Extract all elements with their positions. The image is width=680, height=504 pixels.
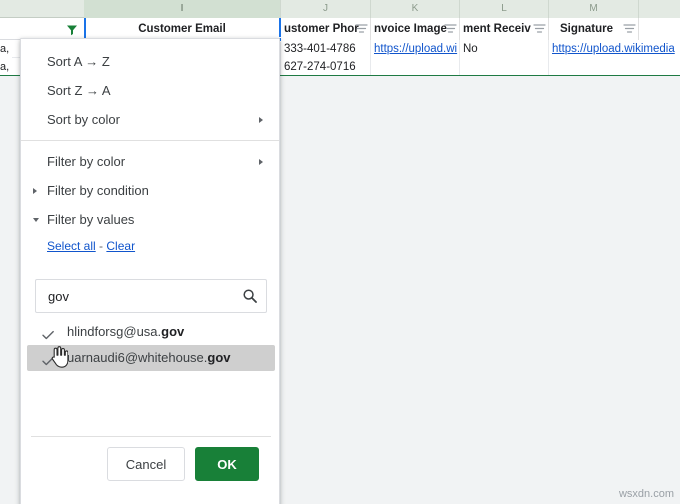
header-label-customer-email: Customer Email <box>138 23 226 35</box>
cell-signature-2[interactable] <box>549 58 680 76</box>
column-letter-i[interactable]: I <box>84 0 281 18</box>
menu-label-filter-by-values: Filter by values <box>47 212 135 227</box>
row-left-fragment: a, <box>0 58 12 76</box>
filter-icon-active-green[interactable] <box>66 23 78 36</box>
column-letter-l[interactable]: L <box>460 0 549 18</box>
filter-search-input[interactable] <box>36 280 236 312</box>
select-all-clear-row: Select all - Clear <box>21 234 279 258</box>
filter-search-box <box>35 279 267 313</box>
table-header-row: Customer Email ustomer Phor nvoice Image… <box>0 18 680 40</box>
cell-payment-received-2[interactable] <box>460 58 549 76</box>
chevron-right-icon <box>259 116 263 123</box>
column-letter-m[interactable]: M <box>549 0 639 18</box>
checkmark-icon <box>41 325 55 340</box>
ok-button[interactable]: OK <box>195 447 259 481</box>
filter-icon-signature[interactable] <box>623 23 636 35</box>
menu-label-filter-by-condition: Filter by condition <box>47 183 149 198</box>
menu-item-filter-by-values[interactable]: Filter by values <box>21 205 279 234</box>
menu-label-sort-by-color: Sort by color <box>47 112 120 127</box>
select-all-link[interactable]: Select all <box>47 239 96 253</box>
menu-item-filter-by-condition[interactable]: Filter by condition <box>21 176 279 205</box>
menu-label-sort-az: Sort A → Z <box>47 54 110 69</box>
cell-customer-phone-2[interactable]: 627-274-0716 <box>281 58 371 76</box>
filter-value-label: uarnaudi6@whitehouse.gov <box>67 350 231 365</box>
header-label-invoice-image: nvoice Image <box>374 23 447 35</box>
header-cell-payment-received: ment Receiv <box>460 18 549 40</box>
cell-invoice-image-2[interactable] <box>371 58 460 76</box>
header-label-signature: Signature <box>559 23 614 35</box>
column-letter-n[interactable] <box>639 0 680 18</box>
header-label-customer-phone: ustomer Phor <box>284 23 359 35</box>
watermark-label: wsxdn.com <box>618 488 674 500</box>
menu-label-sort-za: Sort Z → A <box>47 83 111 98</box>
filter-icon-customer-phone[interactable] <box>355 23 368 35</box>
row-left-fragment: a, <box>0 40 12 58</box>
header-cell-signature: Signature <box>549 18 639 40</box>
filter-value-label: hlindforsg@usa.gov <box>67 324 185 339</box>
filter-icon-invoice-image[interactable] <box>444 23 457 35</box>
menu-item-sort-za[interactable]: Sort Z → A <box>21 76 279 105</box>
header-label-payment-received: ment Receiv <box>463 23 531 35</box>
cell-invoice-image-1[interactable]: https://upload.wi <box>371 40 460 58</box>
chevron-right-icon <box>259 158 263 165</box>
cell-signature-1[interactable]: https://upload.wikimedia <box>549 40 680 58</box>
menu-divider <box>21 140 279 141</box>
filter-value-item[interactable]: uarnaudi6@whitehouse.gov <box>27 345 275 371</box>
cell-customer-phone-1[interactable]: 333-401-4786 <box>281 40 371 58</box>
filter-dropdown-panel: Sort A → Z Sort Z → A Sort by color Filt… <box>20 38 280 504</box>
header-cell-next <box>639 18 680 40</box>
cell-payment-received-1[interactable]: No <box>460 40 549 58</box>
menu-label-filter-by-color: Filter by color <box>47 154 126 169</box>
menu-item-sort-by-color[interactable]: Sort by color <box>21 105 279 134</box>
header-cell-customer-email: Customer Email <box>84 18 281 40</box>
filter-icon-payment-received[interactable] <box>533 23 546 35</box>
header-cell-invoice-image: nvoice Image <box>371 18 460 40</box>
header-cell-customer-phone: ustomer Phor <box>281 18 371 40</box>
footer-divider <box>31 436 271 437</box>
menu-item-filter-by-color[interactable]: Filter by color <box>21 147 279 176</box>
filter-value-item[interactable]: hlindforsg@usa.gov <box>27 319 275 345</box>
column-letter-j[interactable]: J <box>281 0 371 18</box>
column-letter-row: I J K L M <box>0 0 680 18</box>
cancel-button[interactable]: Cancel <box>107 447 185 481</box>
links-separator: - <box>99 239 104 253</box>
search-icon[interactable] <box>242 288 258 304</box>
spreadsheet-app: I J K L M Customer Email ustomer Phor nv… <box>0 0 680 504</box>
chevron-right-icon <box>33 187 37 194</box>
checkmark-icon <box>41 351 55 366</box>
dialog-button-row: Cancel OK <box>21 447 281 481</box>
clear-link[interactable]: Clear <box>106 239 135 253</box>
chevron-down-icon <box>33 217 39 222</box>
menu-item-sort-az[interactable]: Sort A → Z <box>21 47 279 76</box>
column-letter-k[interactable]: K <box>371 0 460 18</box>
filter-values-list: hlindforsg@usa.gov uarnaudi6@whitehouse.… <box>27 319 275 429</box>
